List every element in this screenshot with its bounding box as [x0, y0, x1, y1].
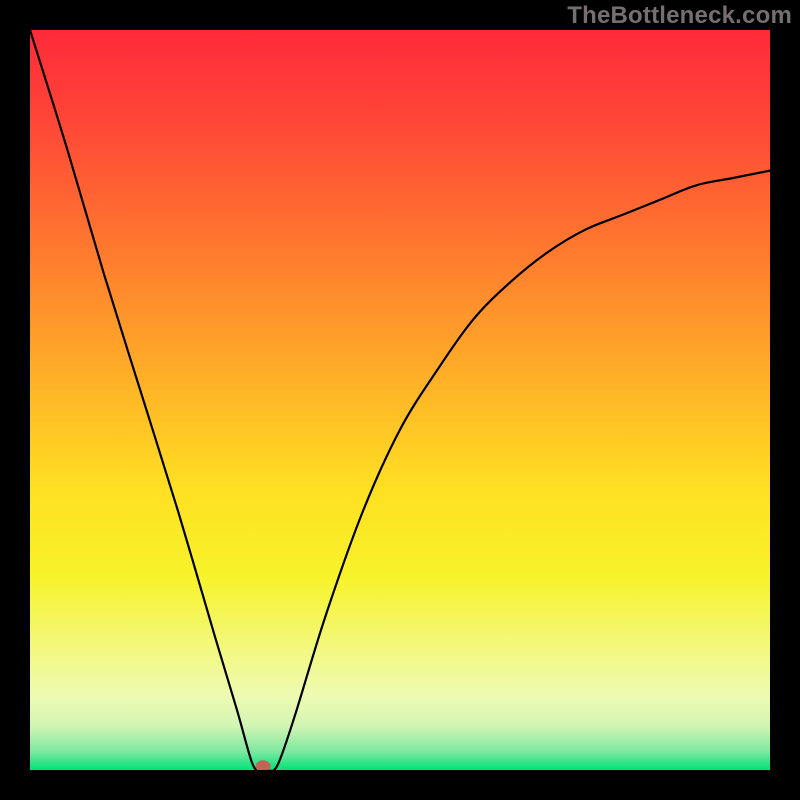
chart-svg [30, 30, 770, 770]
plot-area [30, 30, 770, 770]
optimum-marker [256, 761, 270, 770]
chart-frame: TheBottleneck.com [0, 0, 800, 800]
gradient-background [30, 30, 770, 770]
watermark-text: TheBottleneck.com [567, 2, 792, 30]
